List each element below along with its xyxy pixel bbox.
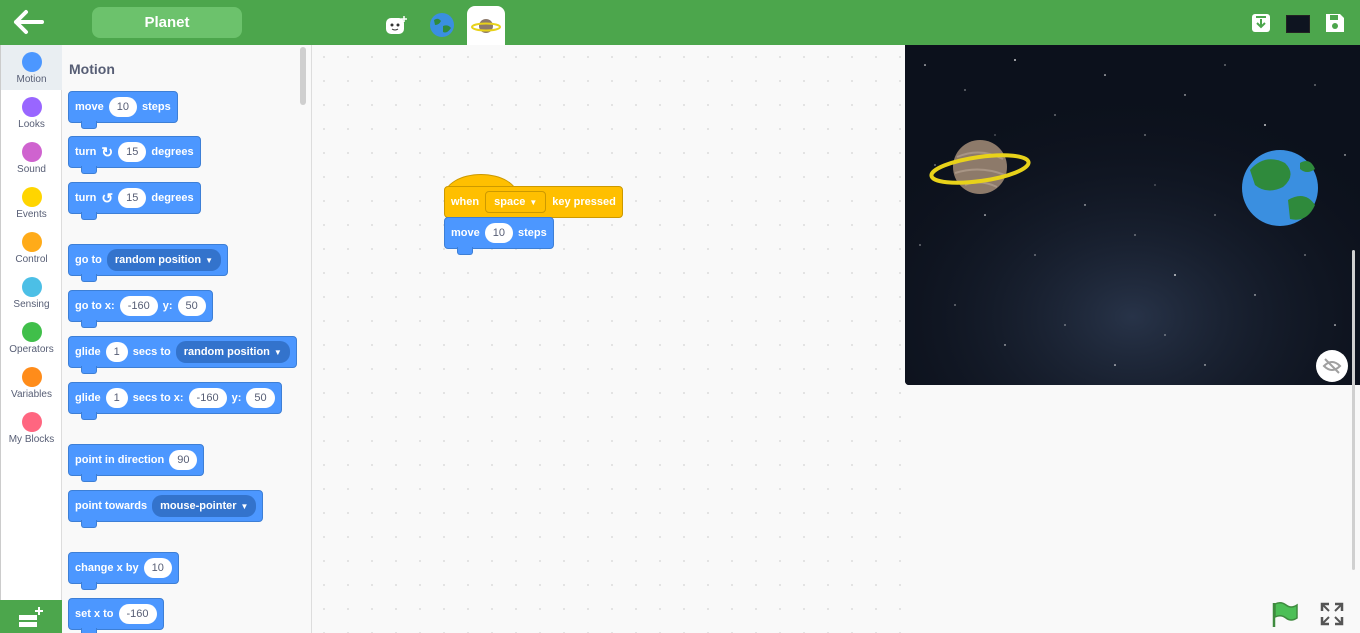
sprite-tab-planet[interactable] bbox=[467, 6, 505, 45]
category-operators[interactable]: Operators bbox=[1, 315, 62, 360]
category-my-blocks[interactable]: My Blocks bbox=[1, 405, 62, 450]
my-blocks-dot-icon bbox=[21, 412, 42, 432]
x-change-input[interactable]: 10 bbox=[143, 558, 172, 578]
go-to-block[interactable]: go to random position ▼ bbox=[68, 244, 228, 282]
sensing-dot-icon bbox=[21, 277, 42, 297]
robot-sprite-icon bbox=[386, 16, 407, 34]
set-x-block[interactable]: set x to -160 bbox=[68, 598, 164, 633]
x-input[interactable]: -160 bbox=[119, 296, 158, 316]
motion-dot-icon bbox=[21, 52, 42, 72]
category-sidebar: Motion Looks Sound Events Control Sensin… bbox=[0, 45, 62, 633]
dropdown-caret-icon: ▼ bbox=[529, 198, 538, 207]
x-set-input[interactable]: -160 bbox=[118, 604, 157, 624]
glide-random-block[interactable]: glide 1 secs to random position ▼ bbox=[68, 336, 297, 374]
dropdown-caret-icon: ▼ bbox=[273, 348, 282, 357]
turn-left-block[interactable]: turn ↺ 15 degrees bbox=[68, 182, 201, 220]
palette-scrollbar[interactable] bbox=[300, 47, 306, 105]
stage-thumbnail[interactable] bbox=[1286, 15, 1310, 33]
add-extension-icon bbox=[19, 607, 43, 627]
secs-input[interactable]: 1 bbox=[105, 388, 128, 408]
events-dot-icon bbox=[21, 187, 42, 207]
degrees-input[interactable]: 15 bbox=[118, 142, 147, 162]
block-palette: Motion move 10 steps turn ↻ 15 degrees t… bbox=[62, 45, 312, 633]
turn-right-block[interactable]: turn ↻ 15 degrees bbox=[68, 136, 201, 174]
steps-input[interactable]: 10 bbox=[484, 223, 513, 243]
x-input[interactable]: -160 bbox=[188, 388, 227, 408]
earth-sprite[interactable] bbox=[1242, 150, 1318, 226]
y-input[interactable]: 50 bbox=[246, 388, 275, 408]
key-dropdown[interactable]: space ▼ bbox=[485, 191, 547, 213]
category-looks[interactable]: Looks bbox=[1, 90, 62, 135]
position-dropdown[interactable]: random position ▼ bbox=[175, 341, 290, 363]
operators-dot-icon bbox=[21, 322, 42, 342]
save-icon[interactable] bbox=[1324, 12, 1346, 34]
back-arrow-icon[interactable] bbox=[12, 9, 44, 35]
secs-input[interactable]: 1 bbox=[105, 342, 128, 362]
sprite-tab-earth[interactable] bbox=[423, 6, 461, 44]
hide-stage-button[interactable] bbox=[1316, 350, 1348, 382]
sprite-tab-robot[interactable] bbox=[377, 6, 415, 44]
glide-xy-block[interactable]: glide 1 secs to x: -160 y: 50 bbox=[68, 382, 282, 420]
green-flag-icon[interactable] bbox=[1270, 600, 1300, 628]
control-dot-icon bbox=[21, 232, 42, 252]
planet-sprite-icon bbox=[471, 18, 501, 33]
y-input[interactable]: 50 bbox=[177, 296, 206, 316]
fullscreen-icon[interactable] bbox=[1320, 602, 1344, 626]
script-move-block[interactable]: move 10 steps bbox=[444, 217, 554, 255]
top-bar: Planet bbox=[0, 0, 1360, 45]
sound-dot-icon bbox=[21, 142, 42, 162]
add-extension-button[interactable] bbox=[0, 600, 62, 633]
go-to-xy-block[interactable]: go to x: -160 y: 50 bbox=[68, 290, 213, 328]
script-area[interactable] bbox=[312, 45, 904, 633]
rotate-cw-icon: ↻ bbox=[101, 143, 114, 160]
degrees-input[interactable]: 15 bbox=[118, 188, 147, 208]
project-title[interactable]: Planet bbox=[92, 7, 242, 38]
position-dropdown[interactable]: random position ▼ bbox=[106, 249, 221, 271]
right-scrollbar[interactable] bbox=[1352, 250, 1355, 570]
point-towards-block[interactable]: point towards mouse-pointer ▼ bbox=[68, 490, 264, 528]
category-sensing[interactable]: Sensing bbox=[1, 270, 62, 315]
variables-dot-icon bbox=[21, 367, 42, 387]
dropdown-caret-icon: ▼ bbox=[205, 256, 213, 265]
category-sound[interactable]: Sound bbox=[1, 135, 62, 180]
direction-input[interactable]: 90 bbox=[169, 450, 198, 470]
target-dropdown[interactable]: mouse-pointer ▼ bbox=[152, 495, 257, 517]
rotate-ccw-icon: ↺ bbox=[101, 189, 114, 206]
when-key-pressed-block[interactable]: when space ▼ key pressed bbox=[444, 186, 623, 218]
eye-off-icon bbox=[1322, 358, 1342, 374]
download-icon[interactable] bbox=[1250, 12, 1272, 34]
change-x-block[interactable]: change x by 10 bbox=[68, 552, 179, 590]
space-backdrop bbox=[905, 45, 1360, 385]
looks-dot-icon bbox=[21, 97, 42, 117]
point-in-direction-block[interactable]: point in direction 90 bbox=[68, 444, 205, 482]
steps-input[interactable]: 10 bbox=[108, 97, 137, 117]
category-events[interactable]: Events bbox=[1, 180, 62, 225]
stage[interactable] bbox=[905, 45, 1360, 385]
move-steps-block[interactable]: move 10 steps bbox=[68, 91, 178, 129]
palette-title: Motion bbox=[69, 61, 115, 77]
dropdown-caret-icon: ▼ bbox=[240, 502, 249, 511]
category-variables[interactable]: Variables bbox=[1, 360, 62, 405]
category-control[interactable]: Control bbox=[1, 225, 62, 270]
earth-sprite-icon bbox=[430, 13, 454, 37]
category-motion[interactable]: Motion bbox=[1, 45, 62, 90]
